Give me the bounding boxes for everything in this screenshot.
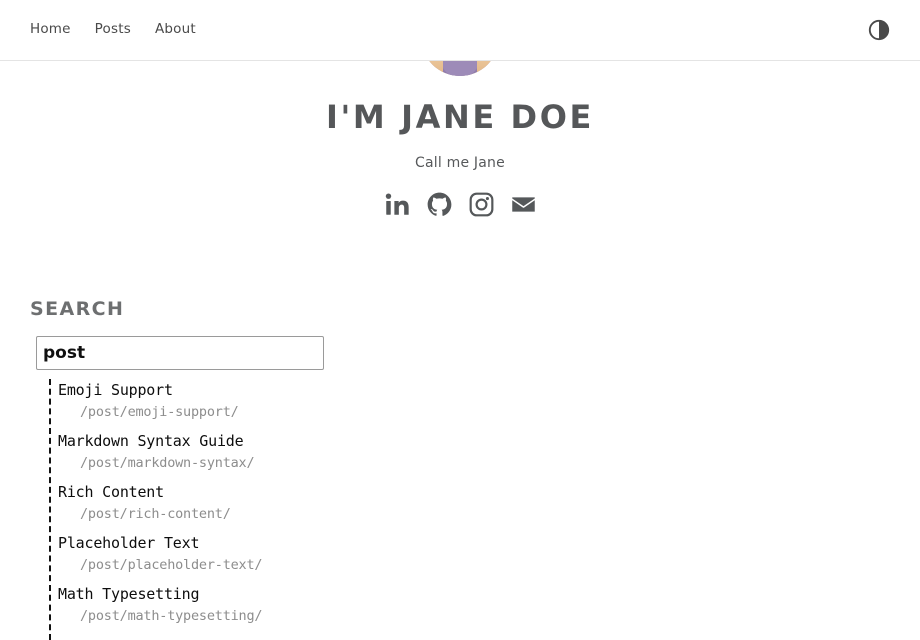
primary-navigation: Home Posts About xyxy=(30,0,196,60)
search-section: SEARCH xyxy=(30,300,430,370)
search-result-url: /post/markdown-syntax/ xyxy=(80,455,255,471)
search-result-title[interactable]: Placeholder Text xyxy=(58,532,469,555)
search-result-title[interactable]: Emoji Support xyxy=(58,379,469,402)
linkedin-icon[interactable] xyxy=(385,192,410,217)
nav-link-home[interactable]: Home xyxy=(30,21,71,39)
nav-link-posts[interactable]: Posts xyxy=(95,21,131,39)
search-result-item[interactable]: Placeholder Text/post/placeholder-text/ xyxy=(51,532,469,583)
instagram-icon[interactable] xyxy=(469,192,494,217)
search-result-item[interactable]: Math Typesetting/post/math-typesetting/ xyxy=(51,583,469,634)
social-links xyxy=(0,171,920,217)
search-result-item[interactable]: Emoji Support/post/emoji-support/ xyxy=(51,379,469,430)
search-result-title[interactable]: Rich Content xyxy=(58,481,469,504)
theme-toggle-icon[interactable] xyxy=(868,19,890,41)
hero-section: I'M JANE DOE Call me Jane xyxy=(0,0,920,217)
search-result-item[interactable]: Markdown Syntax Guide/post/markdown-synt… xyxy=(51,430,469,481)
search-result-url: /post/rich-content/ xyxy=(80,506,231,522)
github-icon[interactable] xyxy=(427,192,452,217)
search-result-title[interactable]: Math Typesetting xyxy=(58,583,469,606)
hero-subtitle: Call me Jane xyxy=(415,154,505,171)
site-header: Home Posts About xyxy=(0,0,920,61)
nav-link-about[interactable]: About xyxy=(155,21,196,39)
search-result-title[interactable]: Markdown Syntax Guide xyxy=(58,430,469,453)
search-result-url: /post/emoji-support/ xyxy=(80,404,239,420)
search-results-list: Emoji Support/post/emoji-support/Markdow… xyxy=(49,379,469,640)
search-result-item[interactable]: Rich Content/post/rich-content/ xyxy=(51,481,469,532)
search-heading: SEARCH xyxy=(30,298,125,320)
search-input[interactable] xyxy=(36,336,324,370)
search-input-wrapper xyxy=(30,336,430,370)
search-result-url: /post/placeholder-text/ xyxy=(80,557,263,573)
email-icon[interactable] xyxy=(511,192,536,217)
header-actions xyxy=(868,0,890,60)
search-result-url: /post/math-typesetting/ xyxy=(80,608,263,624)
